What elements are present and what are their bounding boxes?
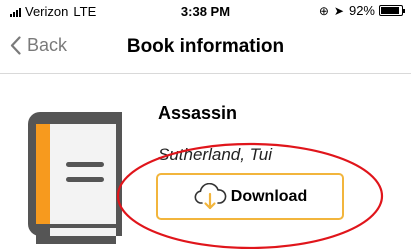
location-icon: ➤ (333, 3, 344, 18)
cloud-download-icon (193, 182, 227, 211)
status-right: ⊕ ➤ 92% (318, 3, 405, 18)
lock-rotation-icon: ⊕ (318, 3, 329, 18)
download-button[interactable]: Download (156, 173, 344, 220)
battery-icon (379, 5, 405, 16)
book-author: Sutherland, Tui (158, 145, 273, 164)
battery-percent: 92% (348, 3, 375, 18)
book-title: Assassin (158, 103, 238, 123)
download-label: Download (230, 187, 308, 205)
page-title: Book information (126, 36, 285, 57)
book-icon (28, 112, 122, 244)
navigation-bar: Back Book information (0, 22, 411, 74)
